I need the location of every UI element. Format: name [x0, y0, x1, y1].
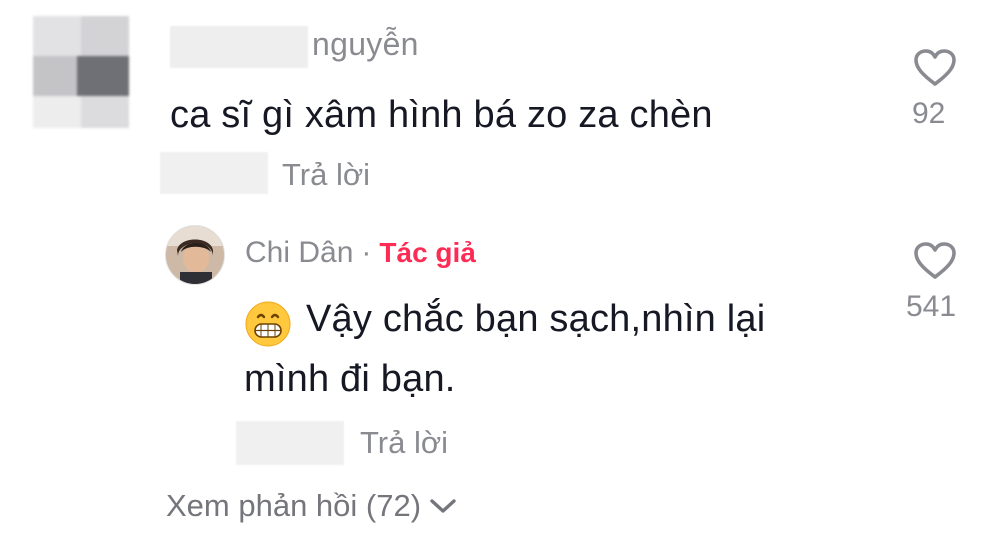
heart-outline-icon[interactable]	[913, 48, 957, 88]
comment-time-redacted	[160, 152, 268, 194]
reply-like-count: 541	[906, 290, 957, 323]
reply-text-line2: mình đi bạn.	[244, 358, 456, 400]
reply-button[interactable]: Trả lời	[282, 157, 370, 193]
username-redacted	[170, 26, 308, 68]
author-avatar[interactable]	[165, 225, 225, 285]
like-count: 92	[912, 97, 946, 130]
commenter-avatar-blurred[interactable]	[33, 16, 129, 128]
chevron-down-icon	[430, 499, 456, 513]
comment-text: ca sĩ gì xâm hình bá zo za chèn	[170, 94, 713, 136]
view-replies-button[interactable]: Xem phản hồi (72)	[166, 488, 459, 524]
reply-text-line1: Vậy chắc bạn sạch,nhìn lại	[306, 298, 766, 340]
heart-outline-icon[interactable]	[913, 241, 957, 281]
commenter-username[interactable]: nguyễn	[312, 26, 419, 63]
comment-thread: nguyễn ca sĩ gì xâm hình bá zo za chèn T…	[0, 0, 1000, 540]
view-replies-label: Xem phản hồi (72)	[166, 488, 422, 523]
author-badge: Tác giả	[379, 237, 476, 268]
author-line: Chi Dân · Tác giả	[245, 236, 476, 270]
reply-time-redacted	[236, 421, 344, 465]
grinning-face-emoji-icon	[245, 301, 291, 347]
author-name[interactable]: Chi Dân	[245, 236, 353, 269]
separator-dot: ·	[361, 236, 372, 269]
reply-to-author-button[interactable]: Trả lời	[360, 425, 448, 461]
